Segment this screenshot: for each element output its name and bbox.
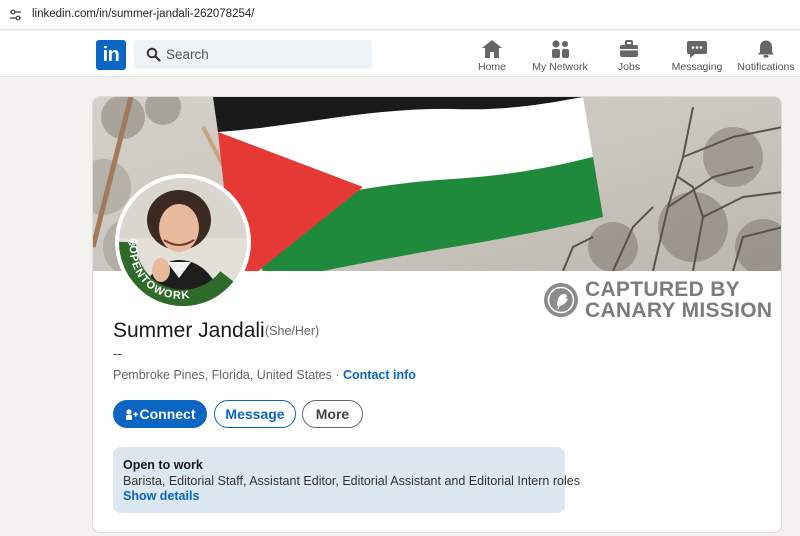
message-button[interactable]: Message xyxy=(214,400,296,428)
profile-pronouns: (She/Her) xyxy=(265,324,320,338)
open-to-work-box: Open to work Barista, Editorial Staff, A… xyxy=(113,447,580,513)
profile-card: # #OPENTOWORK CAPTURED BY CANARY MISSION… xyxy=(92,96,782,533)
bell-icon xyxy=(758,40,774,58)
add-person-icon xyxy=(125,409,138,420)
browser-address-bar[interactable]: linkedin.com/in/summer-jandali-262078254… xyxy=(0,0,800,30)
search-placeholder: Search xyxy=(166,47,209,62)
connect-button[interactable]: Connect xyxy=(113,400,207,428)
search-input[interactable]: Search xyxy=(134,40,372,69)
chat-icon xyxy=(687,41,707,58)
profile-headline: -- xyxy=(113,346,122,361)
open-to-work-roles: Barista, Editorial Staff, Assistant Edit… xyxy=(123,474,580,488)
url-text[interactable]: linkedin.com/in/summer-jandali-262078254… xyxy=(32,8,254,20)
top-navbar: in Search Home My Network Jobs Messaging… xyxy=(0,31,800,77)
profile-name: Summer Jandali xyxy=(113,319,265,342)
briefcase-icon xyxy=(620,40,638,57)
network-icon xyxy=(552,40,569,58)
show-details-link[interactable]: Show details xyxy=(123,489,199,503)
contact-info-link[interactable]: Contact info xyxy=(343,368,416,382)
avatar: # #OPENTOWORK xyxy=(119,178,247,306)
more-button[interactable]: More xyxy=(302,400,363,428)
profile-photo[interactable]: # #OPENTOWORK xyxy=(115,174,251,310)
nav-my-network[interactable]: My Network xyxy=(528,34,592,76)
nav-jobs[interactable]: Jobs xyxy=(612,34,646,76)
home-icon xyxy=(482,40,502,58)
bird-icon xyxy=(544,283,578,317)
linkedin-logo[interactable]: in xyxy=(96,40,126,70)
search-icon xyxy=(146,47,161,62)
nav-messaging[interactable]: Messaging xyxy=(670,34,724,76)
open-to-work-title: Open to work xyxy=(123,458,203,472)
profile-location: Pembroke Pines, Florida, United States ·… xyxy=(113,368,416,382)
site-settings-icon[interactable] xyxy=(9,9,22,21)
nav-notifications[interactable]: Notifications xyxy=(737,34,795,76)
nav-home[interactable]: Home xyxy=(472,34,512,76)
canary-mission-watermark: CAPTURED BY CANARY MISSION xyxy=(543,277,781,327)
